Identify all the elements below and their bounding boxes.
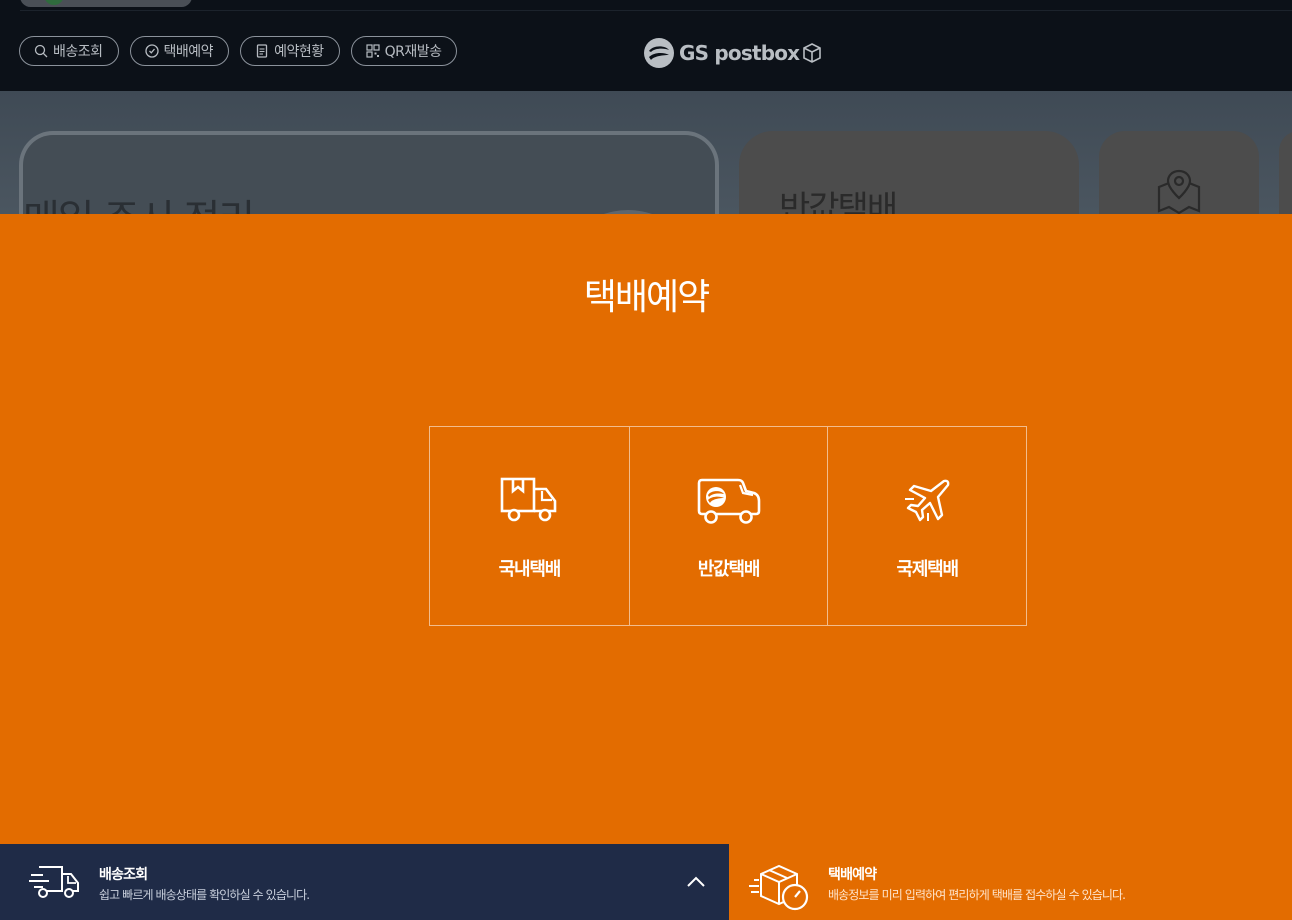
domestic-delivery-option[interactable]: 국내택배 (430, 427, 629, 625)
search-icon (34, 44, 48, 58)
chevron-up-icon[interactable] (686, 874, 706, 888)
choice-label: 국내택배 (498, 559, 562, 580)
international-delivery-option[interactable]: 국제택배 (827, 427, 1026, 625)
nav-reservation-button[interactable]: 택배예약 (129, 36, 230, 66)
top-header: 배송조회 택배예약 예약현황 QR재발송 GS postbox (0, 0, 1292, 91)
reservation-overlay: 택배예약 국내택배 반값택배 국제택배 (0, 214, 1292, 844)
nav-label: QR재발송 (384, 44, 442, 60)
gs-logo-icon (644, 38, 674, 68)
half-price-delivery-option[interactable]: 반값택배 (628, 427, 828, 625)
tracking-title: 배송조회 (99, 867, 148, 883)
nav-qr-resend-button[interactable]: QR재발송 (350, 36, 458, 66)
logo-text: GS postbox (679, 41, 800, 65)
box-speed-icon (749, 864, 809, 911)
reservation-description: 배송정보를 미리 입력하여 편리하게 택배를 접수하실 수 있습니다. (828, 888, 1126, 902)
airplane-icon (905, 479, 950, 522)
header-divider (20, 10, 1292, 11)
reservation-type-choices: 국내택배 반값택배 국제택배 (429, 426, 1027, 626)
choice-label: 반값택배 (697, 559, 761, 580)
main-promo-card[interactable]: 매일 주시 정리 (19, 131, 719, 214)
reservation-title: 택배예약 (828, 867, 877, 883)
bottom-tracking-panel[interactable]: 배송조회 쉽고 빠르게 배송상태를 확인하실 수 있습니다. (0, 844, 729, 920)
overlay-title: 택배예약 (583, 277, 710, 318)
half-price-promo-card[interactable]: 반값택배 (739, 131, 1079, 214)
clock-icon (144, 44, 159, 58)
nav-label: 예약현황 (274, 44, 324, 60)
delivery-van-icon (697, 478, 760, 524)
bottom-quick-bar: 배송조회 쉽고 빠르게 배송상태를 확인하실 수 있습니다. 택배예약 배송정보… (0, 844, 1292, 920)
fast-truck-icon (29, 866, 79, 898)
nav-reservation-status-button[interactable]: 예약현황 (240, 36, 340, 66)
qr-code-icon (365, 44, 380, 58)
truck-box-icon (501, 477, 557, 522)
main-nav: 배송조회 택배예약 예약현황 QR재발송 (19, 36, 458, 66)
document-icon (256, 44, 268, 58)
store-map-card[interactable] (1099, 131, 1259, 214)
gs-postbox-logo[interactable]: GS postbox (643, 37, 822, 69)
tracking-description: 쉽고 빠르게 배송상태를 확인하실 수 있습니다. (99, 888, 310, 902)
hero-banner: 매일 주시 정리 반값택배 (0, 91, 1292, 214)
main-card-title: 매일 주시 정리 (23, 187, 255, 214)
nav-delivery-tracking-button[interactable]: 배송조회 (19, 36, 119, 66)
bottom-reservation-panel[interactable]: 택배예약 배송정보를 미리 입력하여 편리하게 택배를 접수하실 수 있습니다. (729, 844, 1292, 920)
nav-label: 배송조회 (53, 44, 103, 60)
nav-label: 택배예약 (163, 44, 214, 60)
box-icon (803, 43, 822, 63)
mid-card-title: 반값택배 (779, 189, 898, 214)
map-pin-icon (1157, 169, 1201, 214)
choice-label: 국제택배 (896, 559, 959, 580)
next-promo-card[interactable] (1279, 131, 1292, 214)
